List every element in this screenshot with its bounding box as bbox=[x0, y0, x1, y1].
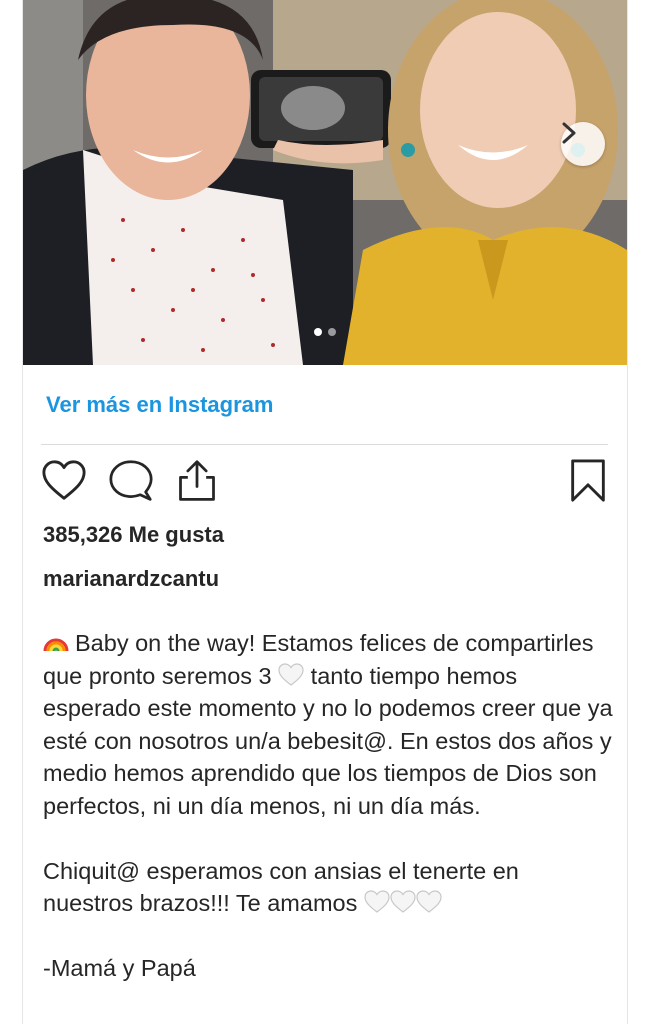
comment-button[interactable] bbox=[109, 458, 153, 509]
bookmark-icon bbox=[571, 459, 605, 502]
white-heart-emoji-icon bbox=[390, 890, 416, 913]
like-button[interactable] bbox=[41, 458, 87, 509]
heart-icon bbox=[42, 460, 86, 500]
caption-text-2: Chiquit@ esperamos con ansias el tenerte… bbox=[43, 857, 519, 917]
username[interactable]: marianardzcantu bbox=[43, 566, 219, 592]
carousel-dot-2 bbox=[328, 328, 336, 336]
white-heart-emoji-icon bbox=[364, 890, 390, 913]
like-count[interactable]: 385,326 Me gusta bbox=[43, 522, 224, 548]
caption-signature: -Mamá y Papá bbox=[43, 955, 196, 981]
carousel-indicator bbox=[23, 328, 627, 336]
caption-paragraph-2: Chiquit@ esperamos con ansias el tenerte… bbox=[43, 855, 613, 920]
instagram-embed-card: Ver más en Instagram 385,326 Me gusta ma… bbox=[22, 0, 628, 1024]
carousel-dot-1 bbox=[314, 328, 322, 336]
rainbow-emoji-icon bbox=[43, 638, 69, 652]
chevron-right-icon bbox=[562, 122, 576, 144]
comment-bubble-icon bbox=[109, 460, 153, 501]
view-more-on-instagram-link[interactable]: Ver más en Instagram bbox=[46, 392, 273, 418]
post-caption: Baby on the way! Estamos felices de comp… bbox=[43, 627, 613, 985]
save-button[interactable] bbox=[569, 458, 607, 509]
share-icon bbox=[179, 460, 215, 501]
photo-illustration bbox=[23, 0, 627, 365]
post-actions bbox=[41, 458, 608, 508]
white-heart-emoji-icon bbox=[416, 890, 442, 913]
divider bbox=[41, 444, 608, 445]
carousel-next-button[interactable] bbox=[561, 122, 605, 166]
white-heart-emoji-icon bbox=[278, 662, 304, 686]
share-button[interactable] bbox=[175, 458, 219, 509]
post-photo[interactable] bbox=[23, 0, 627, 365]
caption-paragraph-1: Baby on the way! Estamos felices de comp… bbox=[43, 627, 613, 822]
